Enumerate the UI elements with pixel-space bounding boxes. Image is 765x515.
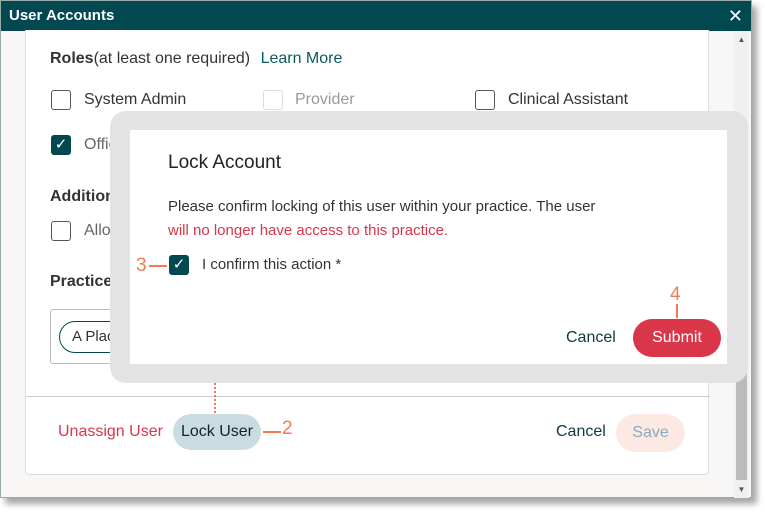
dialog-message: Please confirm locking of this user with… <box>168 198 596 215</box>
annotation-connector <box>214 383 216 413</box>
close-icon[interactable]: ✕ <box>728 1 743 31</box>
annotation-line-3 <box>149 265 167 267</box>
dialog-title: Lock Account <box>168 152 282 173</box>
office-checkbox[interactable]: ✓ <box>51 135 71 155</box>
save-button[interactable]: Save <box>616 414 685 452</box>
confirm-label: I confirm this action * <box>202 256 342 273</box>
footer-divider <box>26 396 710 397</box>
provider-label: Provider <box>295 91 355 108</box>
dialog-cancel-button[interactable]: Cancel <box>566 329 616 347</box>
clinical-assistant-label: Clinical Assistant <box>508 91 629 108</box>
annotation-4: 4 <box>670 284 681 305</box>
dialog-warning: will no longer have access to this pract… <box>168 222 449 239</box>
unassign-user-button[interactable]: Unassign User <box>58 423 163 441</box>
allow-checkbox[interactable] <box>51 221 71 241</box>
clinical-assistant-checkbox[interactable] <box>475 90 495 110</box>
confirm-checkbox[interactable]: ✓ <box>169 255 189 275</box>
roles-heading: Roles(at least one required) Learn More <box>50 50 342 68</box>
title-bar: User Accounts ✕ <box>1 1 751 31</box>
cancel-button[interactable]: Cancel <box>556 423 606 441</box>
scroll-down-icon[interactable]: ▼ <box>734 485 749 494</box>
roles-hint: (at least one required) <box>93 50 251 67</box>
annotation-2: 2 <box>282 418 293 439</box>
lock-user-button[interactable]: Lock User <box>173 414 261 450</box>
annotation-3: 3 <box>136 255 147 276</box>
system-admin-checkbox[interactable] <box>51 90 71 110</box>
system-admin-label: System Admin <box>84 91 187 108</box>
submit-button[interactable]: Submit <box>633 319 721 357</box>
scroll-up-icon[interactable]: ▲ <box>734 35 749 44</box>
annotation-line-2 <box>263 431 281 433</box>
lock-account-dialog: Lock Account Please confirm locking of t… <box>130 130 727 364</box>
roles-label: Roles <box>50 50 94 67</box>
annotation-line-4 <box>676 304 678 318</box>
window-title: User Accounts <box>9 7 115 24</box>
provider-checkbox[interactable] <box>263 90 283 110</box>
learn-more-link[interactable]: Learn More <box>261 50 343 67</box>
